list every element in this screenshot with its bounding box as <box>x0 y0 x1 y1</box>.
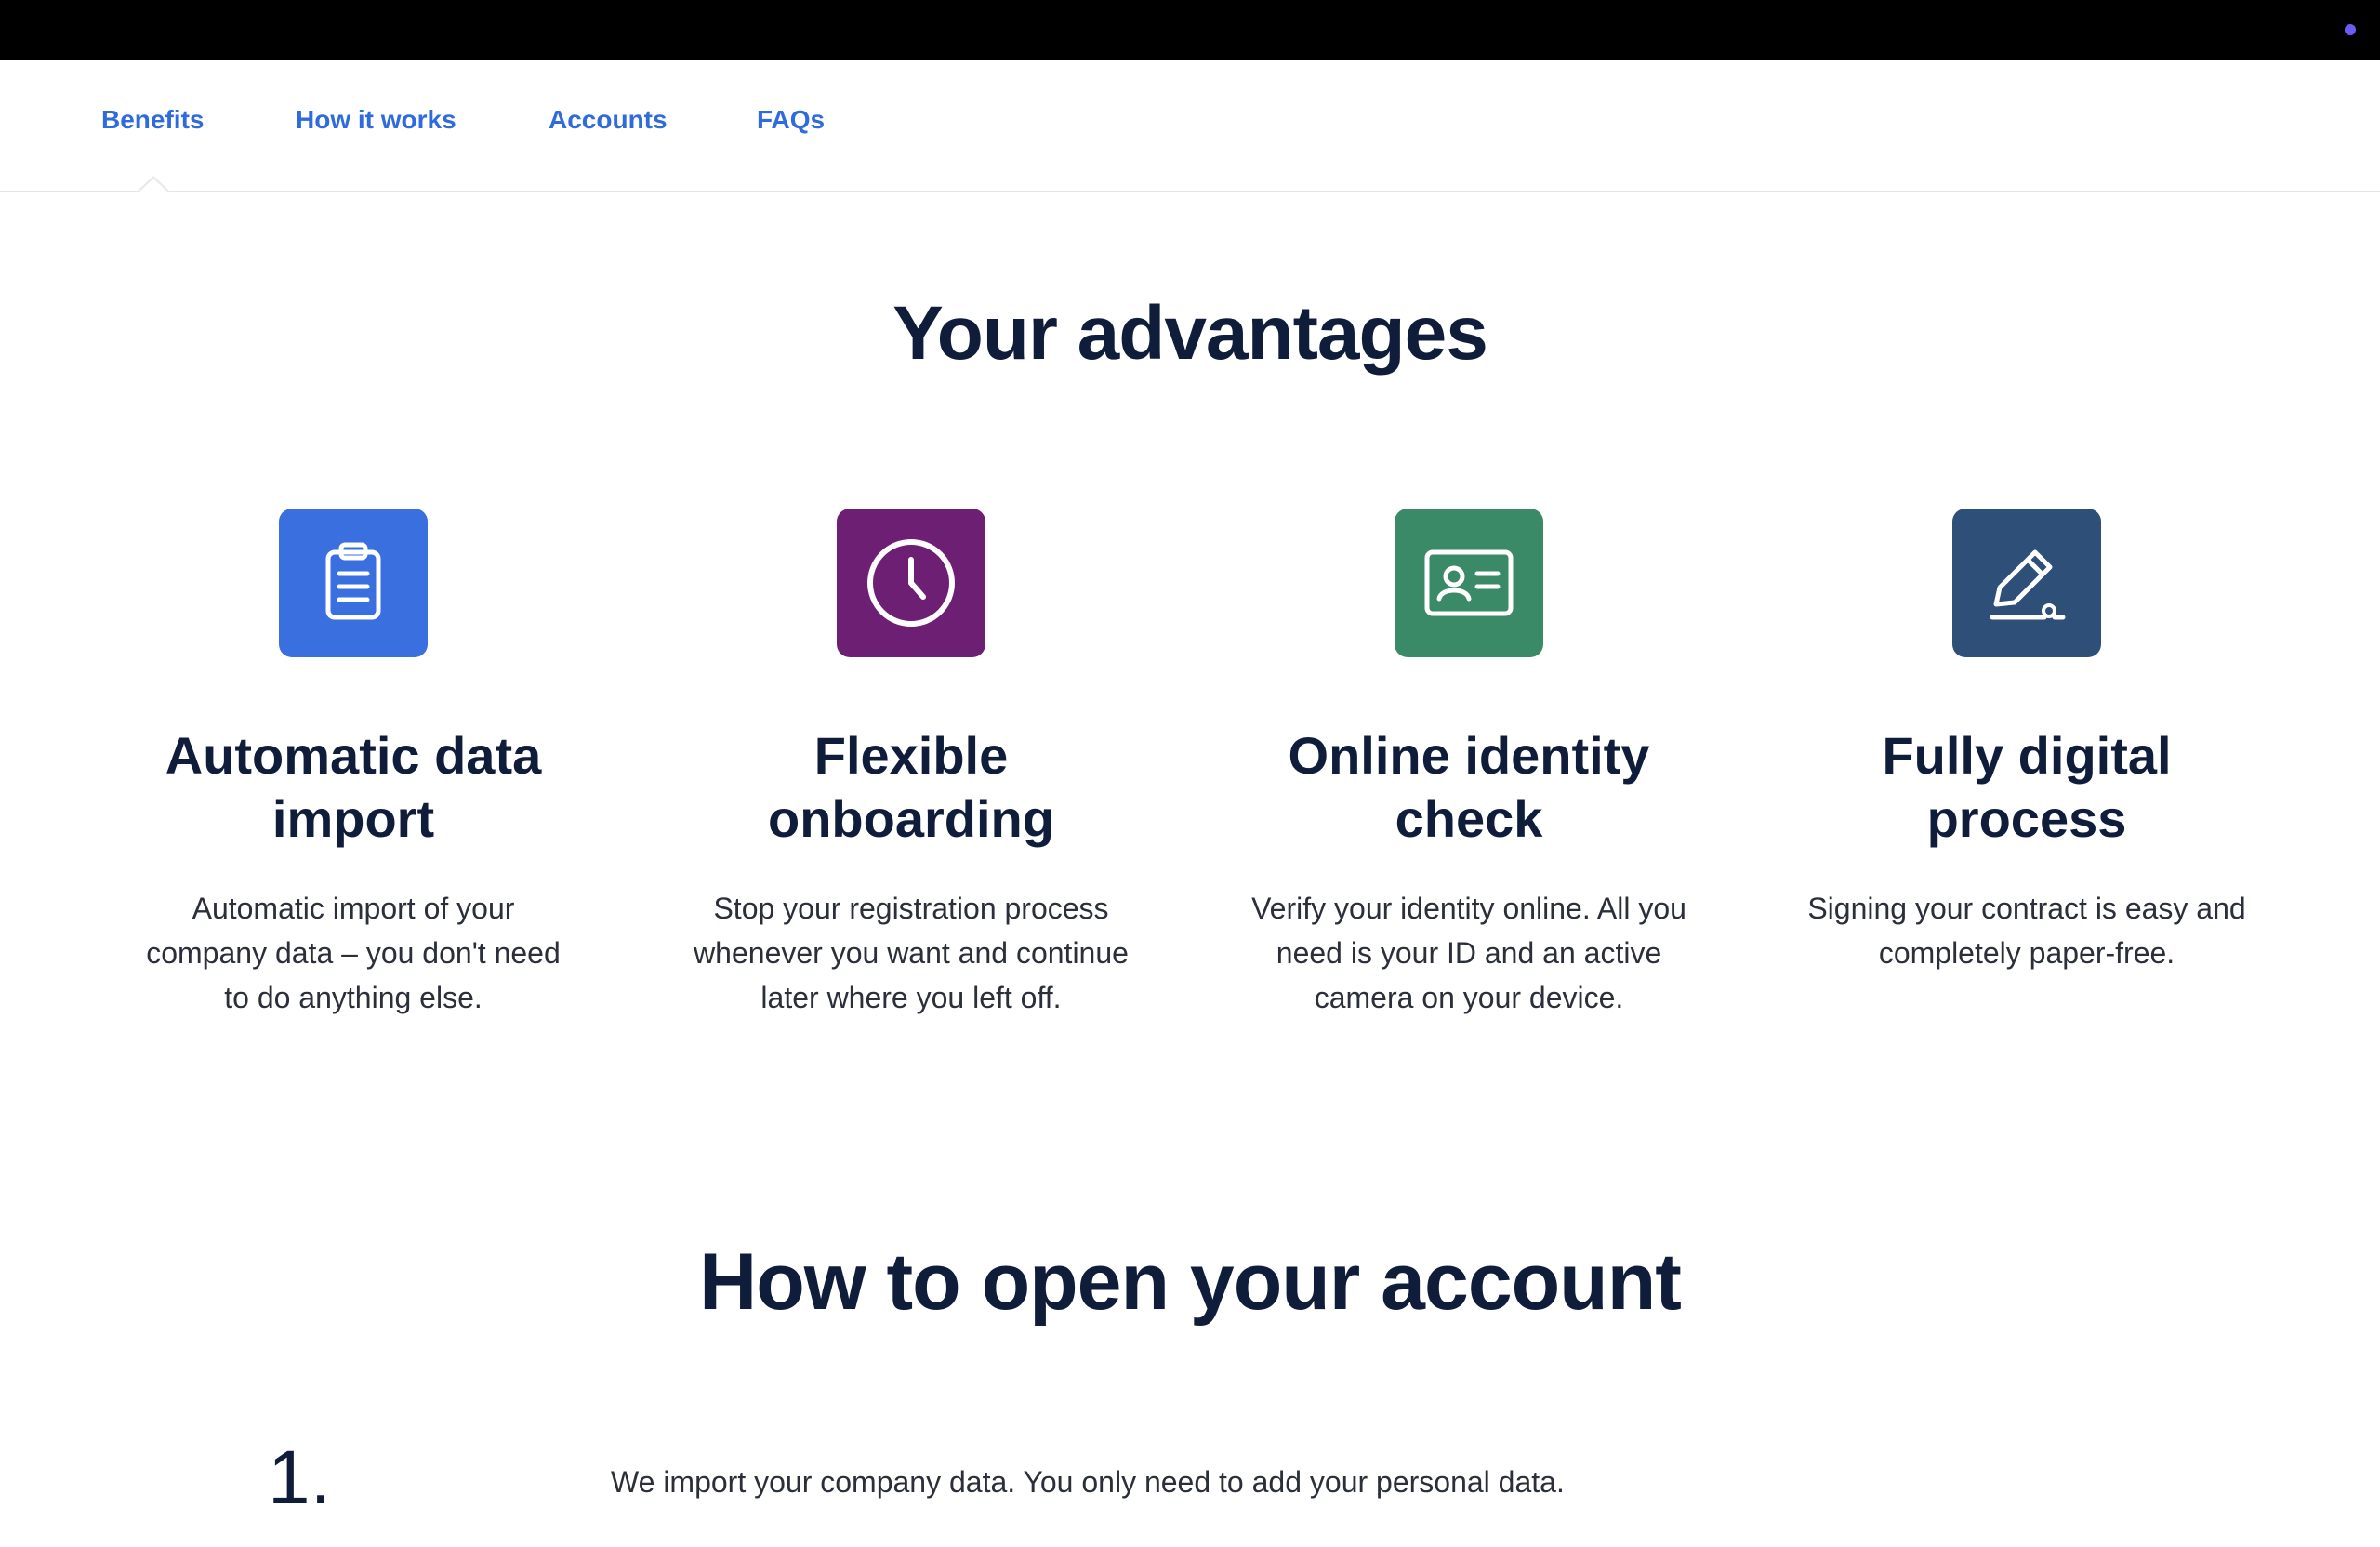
advantage-card-digital-process: Fully digital process Signing your contr… <box>1785 509 2268 975</box>
advantage-icon-tile <box>279 509 428 657</box>
advantage-title: Flexible onboarding <box>768 726 1054 848</box>
step-text: We import your company data. You only ne… <box>611 1465 1565 1499</box>
advantages-title: Your advantages <box>892 291 1488 376</box>
advantage-card-data-import: Automatic data import Automatic import o… <box>112 509 595 1020</box>
pen-signature-icon <box>1990 549 2066 620</box>
advantage-card-identity-check: Online identity check Verify your identi… <box>1227 509 1711 1020</box>
advantage-icon-tile <box>1395 509 1543 657</box>
advantage-title: Fully digital process <box>1882 726 2172 848</box>
tab-faqs[interactable]: FAQs <box>757 105 825 135</box>
clipboard-icon <box>325 542 381 620</box>
tab-benefits[interactable]: Benefits <box>101 105 204 135</box>
tab-accounts[interactable]: Accounts <box>549 105 668 135</box>
section-nav: Benefits How it works Accounts FAQs <box>0 60 2380 193</box>
tab-how-it-works[interactable]: How it works <box>296 105 456 135</box>
advantage-icon-tile <box>1952 509 2101 657</box>
advantage-description: Signing your contract is easy and comple… <box>1807 892 2246 970</box>
step-item: 1. We import your company data. You only… <box>0 1432 2380 1534</box>
advantage-icon-tile <box>837 509 985 657</box>
status-dot-icon <box>2345 24 2356 35</box>
id-card-icon <box>1424 549 1514 616</box>
advantage-description: Automatic import of your company data – … <box>146 892 561 1014</box>
active-tab-indicator <box>136 176 171 193</box>
advantage-card-flexible-onboarding: Flexible onboarding Stop your registrati… <box>669 509 1153 1020</box>
advantage-description: Stop your registration process whenever … <box>694 892 1129 1014</box>
step-number: 1. <box>268 1435 332 1520</box>
clock-icon <box>867 539 955 627</box>
top-bar <box>0 0 2380 60</box>
how-to-open-title: How to open your account <box>699 1237 1682 1327</box>
advantage-description: Verify your identity online. All you nee… <box>1251 892 1686 1014</box>
advantage-title: Online identity check <box>1288 726 1650 848</box>
advantage-title: Automatic data import <box>165 726 542 848</box>
